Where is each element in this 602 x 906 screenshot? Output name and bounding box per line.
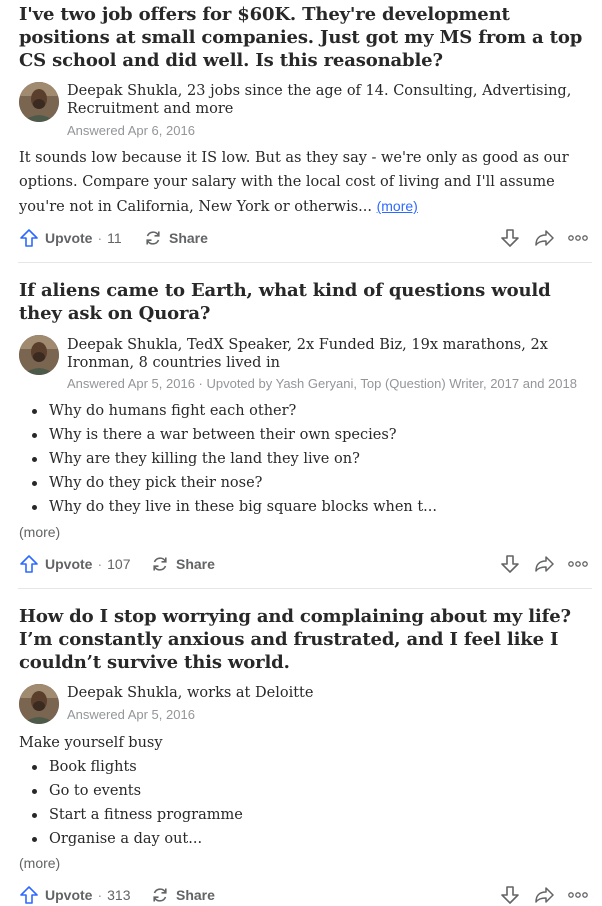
separator-dot: · bbox=[97, 887, 103, 903]
forward-button[interactable] bbox=[534, 884, 554, 906]
share-button[interactable]: Share bbox=[150, 884, 215, 906]
upvote-button[interactable]: Upvote · 313 bbox=[19, 884, 130, 906]
upvote-label: Upvote bbox=[45, 887, 93, 903]
share-label: Share bbox=[176, 887, 215, 903]
avatar[interactable] bbox=[19, 684, 59, 724]
answer-meta[interactable]: Answered Apr 5, 2016 bbox=[67, 707, 597, 723]
list-item: Start a fitness programme bbox=[19, 803, 597, 827]
more-link[interactable]: (more) bbox=[19, 854, 60, 872]
more-options-button[interactable] bbox=[567, 884, 589, 906]
upvote-count: 313 bbox=[107, 887, 131, 903]
list-item: Book flights bbox=[19, 755, 597, 779]
share-refresh-icon bbox=[153, 888, 167, 902]
more-horizontal-icon bbox=[568, 892, 588, 898]
downvote-arrow-icon bbox=[501, 886, 519, 904]
answer-feed: I've two job offers for $60K. They're de… bbox=[0, 0, 602, 906]
list-item: Go to events bbox=[19, 779, 597, 803]
answer-intro: Make yourself busy bbox=[19, 735, 163, 751]
answer-bullet-list: Book flights Go to events Start a fitnes… bbox=[19, 755, 597, 851]
list-item: Organise a day out... bbox=[19, 827, 597, 851]
upvote-arrow-icon bbox=[20, 886, 38, 904]
downvote-button[interactable] bbox=[500, 884, 520, 906]
author-credential[interactable]: Deepak Shukla, works at Deloitte bbox=[67, 684, 587, 702]
question-title[interactable]: How do I stop worrying and complaining a… bbox=[19, 605, 594, 674]
forward-arrow-icon bbox=[535, 887, 554, 903]
answer-card: How do I stop worrying and complaining a… bbox=[0, 0, 602, 906]
action-bar: Upvote · 313 Share bbox=[0, 884, 602, 906]
